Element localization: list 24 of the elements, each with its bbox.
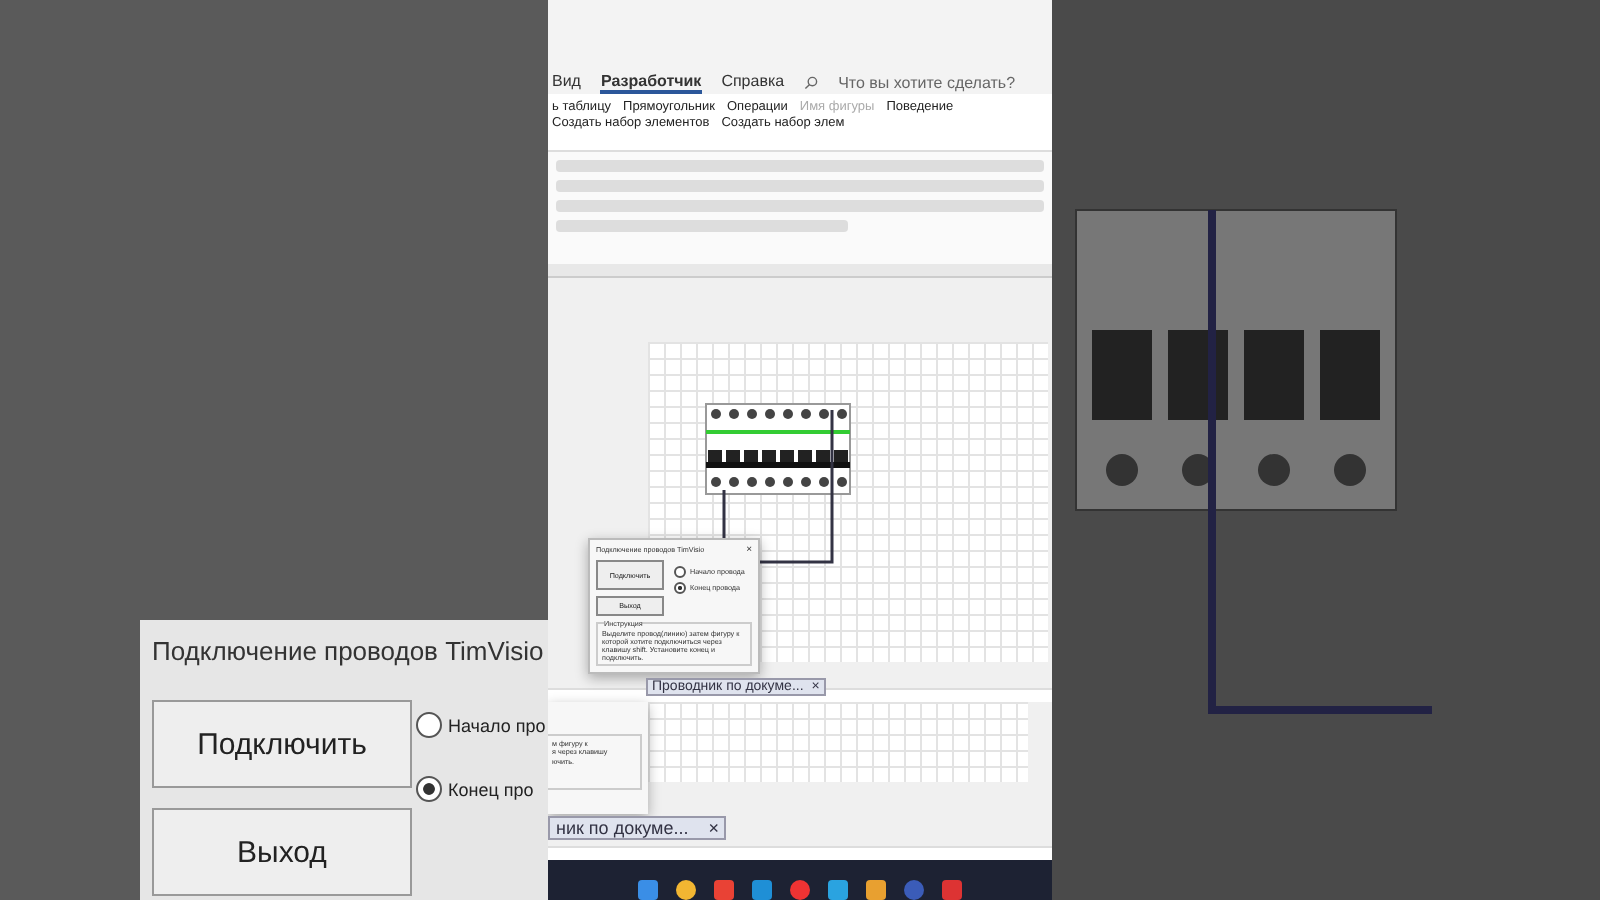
dialog-title: Подключение проводов TimVisio bbox=[152, 636, 544, 666]
app-icon[interactable] bbox=[864, 878, 888, 900]
radio-label: Конец про bbox=[448, 779, 534, 799]
search-icon bbox=[804, 75, 819, 89]
radio-button[interactable] bbox=[416, 712, 442, 738]
dialog-button[interactable]: Выход bbox=[152, 808, 412, 896]
radio-button[interactable] bbox=[674, 566, 686, 578]
app-icon[interactable] bbox=[826, 878, 850, 900]
radio-button[interactable] bbox=[674, 582, 686, 594]
tab-label: ник по докуме... bbox=[556, 818, 689, 838]
document-tab[interactable]: ник по докуме... × bbox=[548, 816, 727, 840]
search-field[interactable]: Что вы хотите сделать? bbox=[838, 73, 1016, 91]
dialog-button[interactable]: Подключить bbox=[152, 700, 412, 788]
ribbon-tab[interactable]: Вид bbox=[552, 71, 581, 93]
app-icon[interactable] bbox=[788, 878, 812, 900]
ribbon-tab[interactable]: Справка bbox=[721, 71, 785, 93]
scrollbar[interactable] bbox=[548, 846, 1052, 860]
app-icon[interactable] bbox=[712, 878, 736, 900]
radio-label: Начало про bbox=[448, 715, 546, 735]
close-button[interactable]: × bbox=[708, 818, 719, 838]
radio-button[interactable] bbox=[416, 776, 442, 802]
app-icon[interactable] bbox=[636, 878, 660, 900]
app-icon[interactable] bbox=[674, 878, 698, 900]
app-icon[interactable] bbox=[750, 878, 774, 900]
